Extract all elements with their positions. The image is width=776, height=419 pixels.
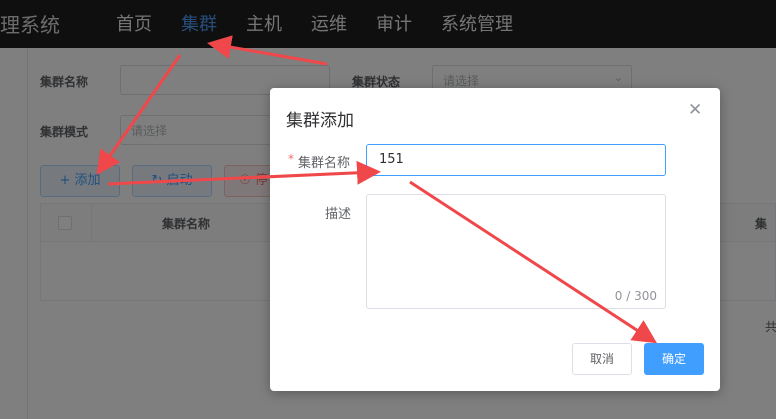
description-label: 描述	[325, 207, 352, 222]
cluster-name-input[interactable]: 151	[366, 144, 666, 176]
cluster-name-label: 集群名称	[298, 156, 351, 171]
cancel-button-label: 取消	[589, 352, 614, 366]
close-icon[interactable]: ✕	[688, 100, 702, 120]
required-asterisk: *	[288, 152, 294, 166]
char-counter: 0 / 300	[614, 289, 657, 303]
dialog-title: 集群添加	[286, 111, 354, 131]
description-textarea[interactable]: 0 / 300	[366, 194, 666, 309]
cluster-name-value: 151	[379, 152, 404, 167]
add-cluster-dialog: 集群添加 ✕ * 集群名称 151 描述 0 / 300 取消 确定	[270, 88, 720, 391]
confirm-button-label: 确定	[661, 352, 686, 366]
cancel-button[interactable]: 取消	[572, 343, 632, 375]
confirm-button[interactable]: 确定	[644, 343, 704, 375]
